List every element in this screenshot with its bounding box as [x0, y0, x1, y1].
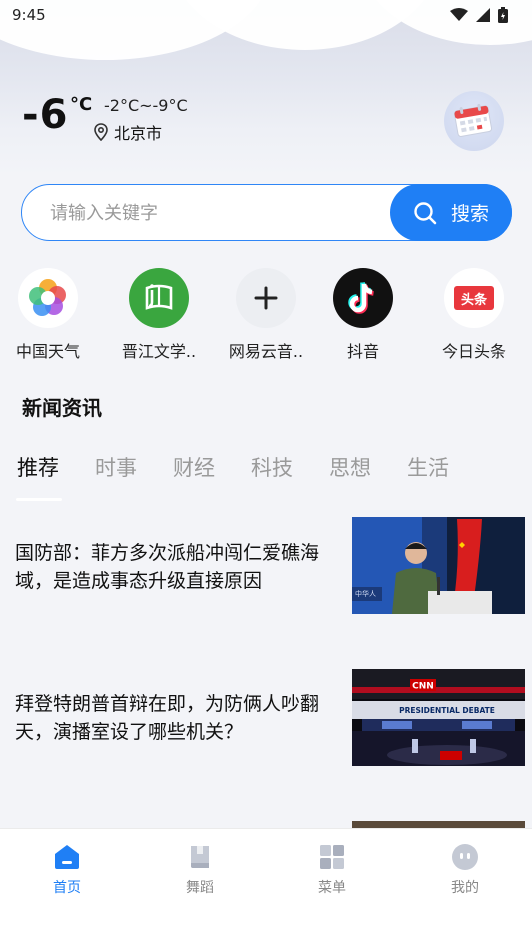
wifi-icon: [450, 8, 468, 21]
app-label: 今日头条: [441, 342, 506, 361]
location[interactable]: 北京市: [94, 120, 162, 144]
app-label: 中国天气: [15, 342, 80, 361]
temperature-range: -2°C~-9°C: [104, 96, 188, 115]
temperature-unit: °C: [70, 94, 93, 115]
app-douyin[interactable]: 抖音: [308, 268, 418, 362]
battery-icon: [498, 7, 508, 23]
app-china-weather[interactable]: 中国天气: [0, 268, 103, 362]
home-icon: [55, 845, 79, 869]
app-label: 晋江文学..: [121, 342, 197, 361]
bottom-tab-bar: 首页 舞蹈 菜单 我的: [0, 828, 532, 946]
calendar-button[interactable]: [444, 91, 504, 151]
news-title: 拜登特朗普首辩在即，为防俩人吵翻天，演播室设了哪些机关？: [15, 693, 320, 743]
tab-recommend[interactable]: 推荐: [17, 452, 59, 482]
cnn-debate-studio-photo: CNN PRESIDENTIAL DEBATE: [352, 669, 525, 766]
jinjiang-literature-icon: [129, 268, 189, 328]
search-bar: 搜索: [21, 184, 512, 241]
app-toutiao[interactable]: 头条 今日头条: [419, 268, 529, 362]
news-tabs: 推荐 时事 财经 科技 思想 生活: [0, 452, 532, 502]
news-thumbnail: 中华人: [352, 517, 525, 614]
location-name: 北京市: [114, 124, 163, 143]
tab-bar-label: 首页: [53, 880, 81, 896]
tab-technology[interactable]: 科技: [251, 452, 293, 482]
defense-press-conference-photo: 中华人: [352, 517, 525, 614]
news-item[interactable]: 国防部：菲方多次派船冲闯仁爱礁海域，是造成事态升级直接原因 中华人: [0, 517, 532, 614]
news-item[interactable]: 拜登特朗普首辩在即，为防俩人吵翻天，演播室设了哪些机关？ CNN PRESIDE…: [0, 669, 532, 766]
app-netease-music[interactable]: 网易云音..: [211, 268, 321, 362]
svg-text:中华人: 中华人: [355, 589, 376, 598]
tab-bar-label: 菜单: [318, 880, 346, 896]
search-button-label: 搜索: [450, 203, 489, 225]
tab-bar-menu[interactable]: 菜单: [297, 843, 367, 897]
tab-bar-label: 我的: [451, 880, 479, 896]
search-icon: [414, 201, 437, 224]
app-shortcuts: 中国天气 晋江文学.. 网易云音.. 抖音 头条 今日头条: [0, 268, 532, 363]
current-temperature: -6: [22, 92, 69, 138]
toutiao-icon: 头条: [444, 268, 504, 328]
status-bar: 9:45: [0, 0, 532, 30]
signal-icon: [476, 8, 490, 22]
status-time: 9:45: [12, 6, 46, 24]
book-icon: [191, 846, 209, 868]
menu-grid-icon: [320, 845, 344, 869]
tab-bar-label: 舞蹈: [186, 880, 214, 896]
status-icons: [450, 7, 508, 23]
douyin-icon: [333, 268, 393, 328]
search-button[interactable]: 搜索: [390, 184, 512, 241]
tab-bar-dance[interactable]: 舞蹈: [165, 843, 235, 897]
tab-bar-profile[interactable]: 我的: [430, 843, 500, 897]
china-weather-icon: [18, 268, 78, 328]
app-label: 网易云音..: [228, 342, 304, 361]
tab-thought[interactable]: 思想: [329, 452, 371, 482]
tab-life[interactable]: 生活: [407, 452, 449, 482]
active-tab-indicator: [16, 498, 62, 501]
toutiao-logo-badge: 头条: [454, 286, 494, 310]
search-input[interactable]: [50, 199, 380, 227]
app-jinjiang-literature[interactable]: 晋江文学..: [104, 268, 214, 362]
thumbnail-debate-banner: PRESIDENTIAL DEBATE: [399, 706, 495, 715]
calendar-icon: [453, 103, 493, 137]
news-thumbnail: CNN PRESIDENTIAL DEBATE: [352, 669, 525, 766]
add-icon: [236, 268, 296, 328]
news-title: 国防部：菲方多次派船冲闯仁爱礁海域，是造成事态升级直接原因: [15, 542, 320, 592]
app-label: 抖音: [346, 342, 379, 361]
profile-icon: [452, 844, 478, 870]
tab-bar-home[interactable]: 首页: [32, 843, 102, 897]
section-title-news: 新闻资讯: [22, 396, 102, 420]
location-pin-icon: [94, 123, 108, 141]
tab-current-affairs[interactable]: 时事: [95, 452, 137, 482]
thumbnail-cnn-logo: CNN: [412, 682, 434, 692]
tab-finance[interactable]: 财经: [173, 452, 215, 482]
